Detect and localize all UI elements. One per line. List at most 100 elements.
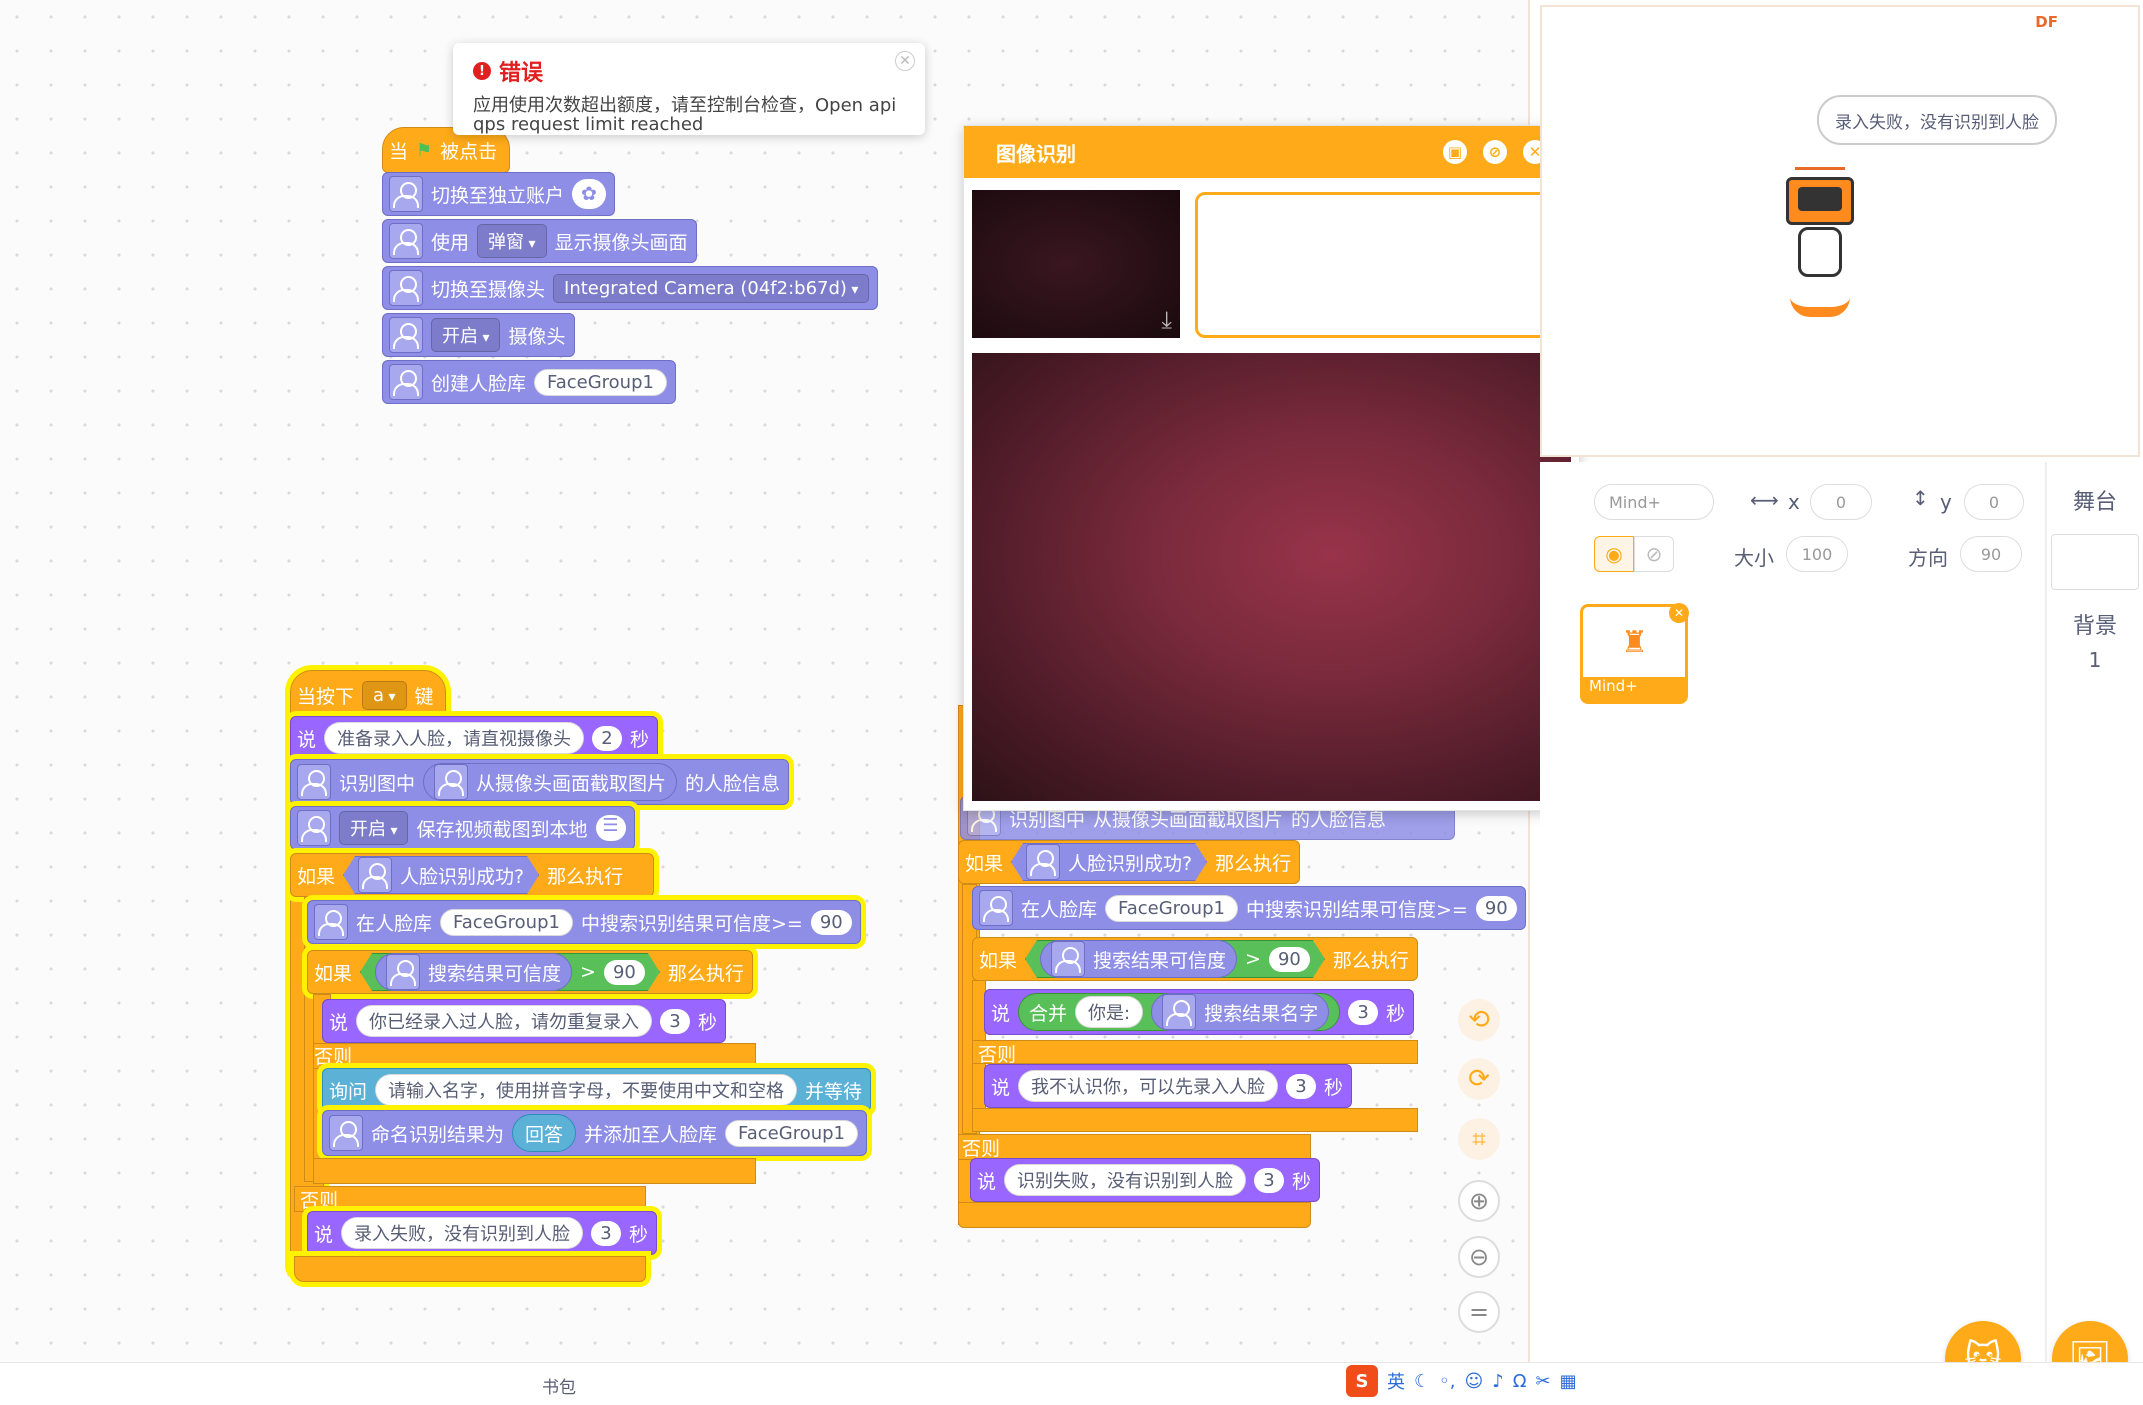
direction-input[interactable]: 90 — [1960, 536, 2022, 572]
block-if-face-success[interactable]: 如果 人脸识别成功? 那么执行 — [290, 853, 654, 897]
join-reporter[interactable]: 合并 你是: 搜索结果名字 — [1018, 993, 1341, 1031]
save-dropdown[interactable]: 开启 — [339, 811, 409, 845]
threshold-input[interactable]: 90 — [604, 960, 645, 985]
greater-than-operator[interactable]: 搜索结果可信度 > 90 — [1025, 940, 1325, 978]
ime-toolbar[interactable]: S 英 ☾ ◦, ☺ ♪ Ω ✂ ▦ — [1346, 1363, 1626, 1399]
block-switch-account[interactable]: 切换至独立账户 ✿ — [382, 172, 616, 216]
backpack-bar[interactable]: 书包 S 英 ☾ ◦, ☺ ♪ Ω ✂ ▦ — [0, 1362, 2143, 1405]
zoom-out-button[interactable]: ⊖ — [1458, 1236, 1500, 1278]
say-text-input[interactable]: 识别失败，没有识别到人脸 — [1004, 1164, 1247, 1196]
confidence-reporter[interactable]: 搜索结果可信度 — [1040, 940, 1237, 978]
settings-icon[interactable]: ✿ — [572, 179, 607, 209]
stage-thumbnail[interactable] — [2051, 534, 2139, 590]
block-say-unknown[interactable]: 说 我不认识你，可以先录入人脸 3 秒 — [984, 1064, 1353, 1108]
block-save-screenshot[interactable]: 开启 保存视频截图到本地 ☰ — [290, 806, 635, 850]
face-group-input[interactable]: FaceGroup1 — [440, 908, 573, 936]
sprite-thumbnail[interactable]: ✕ ♜ Mind+ — [1580, 603, 1689, 704]
threshold-input[interactable]: 90 — [1269, 947, 1310, 972]
capture-image-reporter[interactable]: 从摄像头画面截取图片 — [423, 763, 678, 801]
say-text-input[interactable]: 你已经录入过人脸，请勿重复录入 — [356, 1005, 653, 1037]
hide-icon[interactable]: ⊘ — [1483, 140, 1507, 164]
undo-button[interactable]: ⟲ — [1458, 999, 1500, 1041]
block-search-face[interactable]: 在人脸库 FaceGroup1 中搜索识别结果可信度>= 90 — [972, 886, 1526, 930]
menu-icon[interactable]: ☰ — [595, 815, 626, 841]
face-group-input[interactable]: FaceGroup1 — [1105, 894, 1238, 922]
stage-canvas[interactable]: DF 录入失败，没有识别到人脸 — [1540, 5, 2140, 457]
block-say-ready[interactable]: 说 准备录入人脸，请直视摄像头 2 秒 — [290, 716, 659, 760]
face-success-condition[interactable]: 人脸识别成功? — [1011, 843, 1207, 881]
seconds-input[interactable]: 3 — [1348, 999, 1379, 1025]
seconds-input[interactable]: 2 — [592, 725, 623, 751]
download-icon[interactable]: ⤓ — [1161, 306, 1172, 334]
error-title: 错误 — [499, 61, 544, 86]
block-say-join[interactable]: 说 合并 你是: 搜索结果名字 3 秒 — [984, 989, 1415, 1035]
headset-icon[interactable]: Ω — [1513, 1371, 1527, 1392]
search-name-reporter[interactable]: 搜索结果名字 — [1151, 993, 1330, 1031]
seconds-input[interactable]: 3 — [1254, 1167, 1285, 1193]
answer-reporter[interactable]: 回答 — [512, 1114, 577, 1152]
join-text-input[interactable]: 你是: — [1075, 996, 1144, 1028]
block-if-confidence[interactable]: 如果 搜索结果可信度 > 90 那么执行 — [972, 937, 1418, 981]
block-if-face-success[interactable]: 如果 人脸识别成功? 那么执行 — [958, 840, 1301, 884]
key-dropdown[interactable]: a — [362, 680, 407, 710]
seconds-input[interactable]: 3 — [591, 1220, 622, 1246]
ask-text-input[interactable]: 请输入名字，使用拼音字母，不要使用中文和空格 — [375, 1074, 798, 1106]
scissors-icon[interactable]: ✂ — [1536, 1371, 1551, 1392]
hide-eye-icon[interactable]: ⊘ — [1634, 536, 1674, 572]
block-name-result[interactable]: 命名识别结果为 回答 并添加至人脸库 FaceGroup1 — [322, 1110, 868, 1156]
seconds-input[interactable]: 3 — [1286, 1073, 1317, 1099]
field-value: 0 — [1988, 492, 2000, 512]
confidence-reporter[interactable]: 搜索结果可信度 — [375, 953, 572, 991]
block-say-failed[interactable]: 说 录入失败，没有识别到人脸 3 秒 — [307, 1211, 658, 1255]
block-recognize-face[interactable]: 识别图中 从摄像头画面截取图片 的人脸信息 — [290, 759, 790, 805]
face-group-input[interactable]: FaceGroup1 — [725, 1119, 859, 1147]
zoom-in-button[interactable]: ⊕ — [1458, 1180, 1500, 1222]
block-if-confidence[interactable]: 如果 搜索结果可信度 > 90 那么执行 — [307, 950, 753, 994]
mic-icon[interactable]: ♪ — [1492, 1371, 1504, 1392]
sprite-name-input[interactable]: Mind+ — [1594, 484, 1714, 520]
x-input[interactable]: 0 — [1810, 484, 1872, 520]
block-search-face[interactable]: 在人脸库 FaceGroup1 中搜索识别结果可信度>= 90 — [307, 900, 861, 944]
crop-icon[interactable]: ⌗ — [1458, 1118, 1500, 1160]
face-success-condition[interactable]: 人脸识别成功? — [343, 856, 539, 894]
ime-mode[interactable]: 英 — [1387, 1368, 1405, 1394]
else-label: 否则 — [300, 1190, 339, 1212]
delete-icon[interactable]: ✕ — [1669, 603, 1689, 623]
grid-icon[interactable]: ▦ — [1560, 1371, 1577, 1392]
block-open-camera[interactable]: 开启 摄像头 — [382, 313, 575, 357]
punctuation-icon[interactable]: ◦, — [1439, 1371, 1455, 1392]
snapshot-thumbnail[interactable]: ⤓ — [972, 190, 1180, 338]
seconds-input[interactable]: 3 — [660, 1008, 691, 1034]
confidence-input[interactable]: 90 — [1475, 895, 1517, 921]
block-say-fail[interactable]: 说 识别失败，没有识别到人脸 3 秒 — [970, 1158, 1321, 1202]
size-input[interactable]: 100 — [1786, 536, 1848, 572]
x-label: x — [1788, 490, 1800, 514]
zoom-reset-button[interactable]: = — [1458, 1291, 1500, 1333]
close-icon[interactable]: ✕ — [895, 51, 915, 71]
block-create-face-group[interactable]: 创建人脸库 FaceGroup1 — [382, 360, 676, 404]
say-text-input[interactable]: 我不认识你，可以先录入人脸 — [1018, 1070, 1279, 1102]
confidence-input[interactable]: 90 — [810, 909, 852, 935]
block-say-already[interactable]: 说 你已经录入过人脸，请勿重复录入 3 秒 — [322, 999, 727, 1043]
mind-robot-sprite[interactable] — [1780, 167, 1860, 327]
camera-dropdown[interactable]: Integrated Camera (04f2:b67d) — [553, 273, 870, 303]
moon-icon[interactable]: ☾ — [1414, 1371, 1430, 1392]
popup-dropdown[interactable]: 弹窗 — [477, 224, 547, 258]
block-ask-name[interactable]: 询问 请输入名字，使用拼音字母，不要使用中文和空格 并等待 — [322, 1068, 872, 1112]
minimize-icon[interactable]: ▣ — [1443, 140, 1467, 164]
open-dropdown[interactable]: 开启 — [431, 318, 501, 352]
show-eye-icon[interactable]: ◉ — [1594, 536, 1634, 572]
face-group-input[interactable]: FaceGroup1 — [534, 368, 667, 396]
y-input[interactable]: 0 — [1964, 484, 2024, 520]
block-switch-camera[interactable]: 切换至摄像头 Integrated Camera (04f2:b67d) — [382, 266, 879, 310]
block-show-camera[interactable]: 使用 弹窗 显示摄像头画面 — [382, 219, 697, 263]
emoji-icon[interactable]: ☺ — [1464, 1371, 1483, 1392]
redo-button[interactable]: ⟳ — [1458, 1058, 1500, 1100]
stage-selector[interactable]: 舞台 背景 1 — [2045, 462, 2143, 1362]
hat-when-key-pressed[interactable]: 当按下 a 键 — [290, 670, 446, 720]
greater-than-operator[interactable]: 搜索结果可信度 > 90 — [360, 953, 660, 991]
direction-label: 方向 — [1908, 546, 1948, 570]
popup-header[interactable]: 图像识别 ▣ ⊘ ✕ — [964, 126, 1579, 178]
say-text-input[interactable]: 录入失败，没有识别到人脸 — [341, 1217, 584, 1249]
say-text-input[interactable]: 准备录入人脸，请直视摄像头 — [324, 722, 585, 754]
